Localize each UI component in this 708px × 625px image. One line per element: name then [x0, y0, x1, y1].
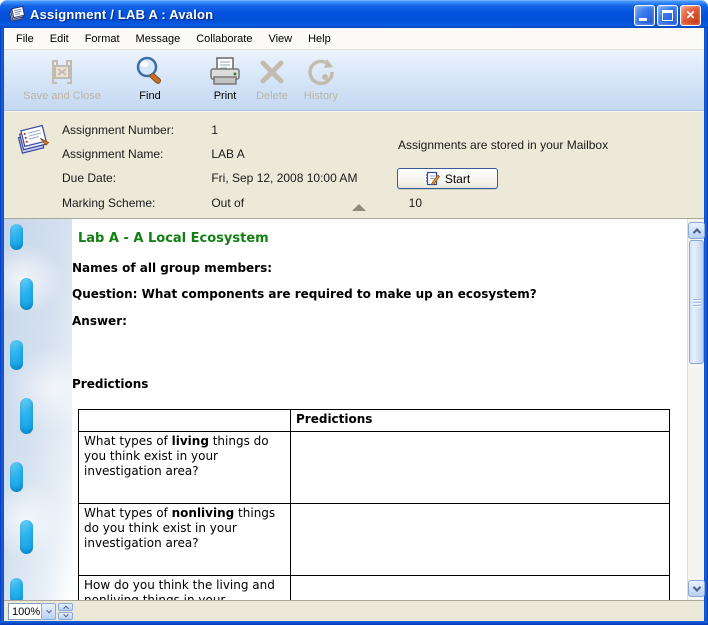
delete-label: Delete: [256, 90, 288, 102]
close-icon: ✕: [681, 8, 700, 23]
due-date-row: Due Date: Fri, Sep 12, 2008 10:00 AM: [62, 171, 357, 185]
question-text: Question: What components are required t…: [72, 287, 537, 301]
menu-file[interactable]: File: [8, 31, 42, 47]
window-border-right: [704, 28, 708, 621]
marking-scheme-row: Marking Scheme: Out of 10: [62, 196, 244, 210]
zoom-increase-button[interactable]: [58, 603, 73, 611]
binding-pill: [10, 340, 23, 370]
assignment-name-row: Assignment Name: LAB A: [62, 147, 245, 161]
status-bar: 100%: [4, 600, 704, 621]
answer-cell-living[interactable]: [291, 432, 670, 504]
minimize-icon: [639, 18, 647, 21]
assignment-name-value: LAB A: [211, 147, 244, 161]
menu-bar: File Edit Format Message Collaborate Vie…: [4, 28, 704, 50]
maximize-button[interactable]: [657, 5, 678, 26]
maximize-icon: [662, 10, 673, 21]
chevron-up-icon: [692, 228, 700, 236]
print-button[interactable]: Print: [202, 53, 248, 108]
header-cell-predictions: Predictions: [291, 410, 670, 432]
menu-help[interactable]: Help: [300, 31, 339, 47]
question-cell-interaction: How do you think the living and nonlivin…: [79, 576, 291, 601]
minimize-button[interactable]: [634, 5, 655, 26]
header-cell-empty: [79, 410, 291, 432]
history-icon: [305, 53, 337, 90]
find-button[interactable]: Find: [124, 53, 176, 108]
collapse-panel-arrow-icon[interactable]: [352, 204, 366, 211]
scroll-up-button[interactable]: [688, 222, 705, 239]
toolbar: Save and Close Find: [4, 50, 704, 111]
assignment-icon: [14, 120, 54, 160]
save-and-close-label: Save and Close: [23, 90, 101, 102]
table-header-row: Predictions: [79, 410, 670, 432]
notebook-binding-strip: [4, 219, 72, 600]
chevron-down-icon: [63, 612, 69, 618]
menu-view[interactable]: View: [260, 31, 300, 47]
assignment-window: Assignment / LAB A : Avalon ✕ File Edit …: [0, 0, 708, 625]
table-row: How do you think the living and nonlivin…: [79, 576, 670, 601]
find-icon: [134, 53, 166, 90]
answer-cell-nonliving[interactable]: [291, 504, 670, 576]
due-date-value: Fri, Sep 12, 2008 10:00 AM: [211, 171, 357, 185]
predictions-table: Predictions What types of living things …: [78, 409, 670, 600]
start-button[interactable]: Start: [397, 168, 498, 189]
zoom-spinner: [58, 603, 73, 620]
menu-collaborate[interactable]: Collaborate: [188, 31, 260, 47]
binding-pill: [10, 578, 23, 600]
answer-label: Answer:: [72, 314, 127, 328]
delete-icon: [257, 53, 287, 90]
history-button: History: [296, 53, 346, 108]
chevron-down-icon: [692, 583, 700, 591]
scrollbar-thumb[interactable]: [689, 240, 704, 364]
start-button-label: Start: [445, 172, 470, 186]
menu-edit[interactable]: Edit: [42, 31, 77, 47]
predictions-heading: Predictions: [72, 377, 148, 391]
document-pane: Lab A - A Local Ecosystem Names of all g…: [4, 219, 687, 600]
binding-pill: [20, 398, 33, 434]
due-date-label: Due Date:: [62, 171, 208, 185]
binding-pill: [10, 224, 23, 250]
question-cell-living: What types of living things do you think…: [79, 432, 291, 504]
zoom-control: 100%: [8, 603, 73, 620]
document-title: Lab A - A Local Ecosystem: [78, 231, 269, 246]
window-border-bottom: [0, 621, 708, 625]
start-icon: [425, 171, 440, 186]
question-cell-nonliving: What types of nonliving things do you th…: [79, 504, 291, 576]
zoom-dropdown-button[interactable]: [41, 603, 56, 620]
window-title: Assignment / LAB A : Avalon: [30, 7, 213, 22]
save-and-close-button: Save and Close: [16, 53, 108, 108]
menu-message[interactable]: Message: [128, 31, 189, 47]
mailbox-note: Assignments are stored in your Mailbox: [398, 138, 608, 152]
print-icon: [208, 53, 242, 90]
save-and-close-icon: [45, 53, 79, 90]
chevron-down-icon: [46, 607, 52, 613]
app-icon: [7, 5, 25, 23]
close-button[interactable]: ✕: [680, 5, 701, 26]
zoom-value[interactable]: 100%: [8, 603, 41, 620]
assignment-number-label: Assignment Number:: [62, 123, 208, 137]
find-label: Find: [139, 90, 160, 102]
marking-scheme-value: Out of: [211, 196, 244, 210]
binding-pill: [20, 278, 33, 310]
menu-format[interactable]: Format: [77, 31, 128, 47]
title-bar: Assignment / LAB A : Avalon ✕: [0, 0, 708, 28]
zoom-decrease-button[interactable]: [58, 612, 73, 620]
assignment-number-value: 1: [211, 123, 218, 137]
marking-scheme-label: Marking Scheme:: [62, 196, 208, 210]
binding-pill: [20, 520, 33, 554]
scroll-down-button[interactable]: [688, 580, 705, 597]
print-label: Print: [214, 90, 237, 102]
delete-button: Delete: [250, 53, 294, 108]
history-label: History: [304, 90, 338, 102]
table-row: What types of living things do you think…: [79, 432, 670, 504]
vertical-scrollbar[interactable]: [687, 219, 704, 600]
table-row: What types of nonliving things do you th…: [79, 504, 670, 576]
group-members-label: Names of all group members:: [72, 261, 272, 275]
scrollbar-grip-icon: [693, 299, 701, 307]
assignment-number-row: Assignment Number: 1: [62, 123, 218, 137]
answer-cell-interaction[interactable]: [291, 576, 670, 601]
assignment-info-panel: Assignment Number: 1 Assignment Name: LA…: [4, 111, 704, 219]
assignment-name-label: Assignment Name:: [62, 147, 208, 161]
binding-pill: [10, 462, 23, 492]
